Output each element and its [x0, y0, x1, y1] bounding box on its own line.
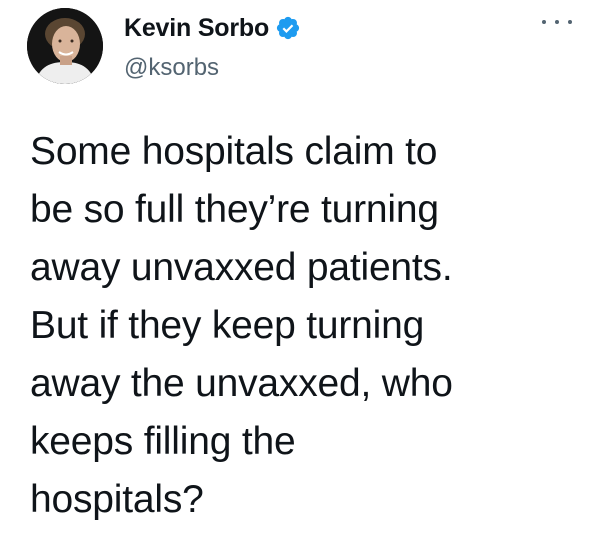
more-dot [555, 20, 559, 24]
more-horizontal-icon [542, 20, 546, 24]
author-avatar[interactable] [27, 8, 103, 84]
more-options-button[interactable] [542, 12, 572, 32]
author-display-name[interactable]: Kevin Sorbo [124, 14, 269, 43]
author-name-row: Kevin Sorbo [124, 10, 301, 46]
tweet-text: Some hospitals claim to be so full they’… [30, 130, 453, 521]
verified-badge-icon [275, 15, 301, 41]
author-info: Kevin Sorbo @ksorbs [124, 10, 301, 82]
avatar-photo-icon [27, 8, 103, 84]
more-dot [568, 20, 572, 24]
tweet-card: Kevin Sorbo @ksorbs Some hospitals claim… [0, 0, 600, 540]
author-handle[interactable]: @ksorbs [124, 54, 301, 82]
